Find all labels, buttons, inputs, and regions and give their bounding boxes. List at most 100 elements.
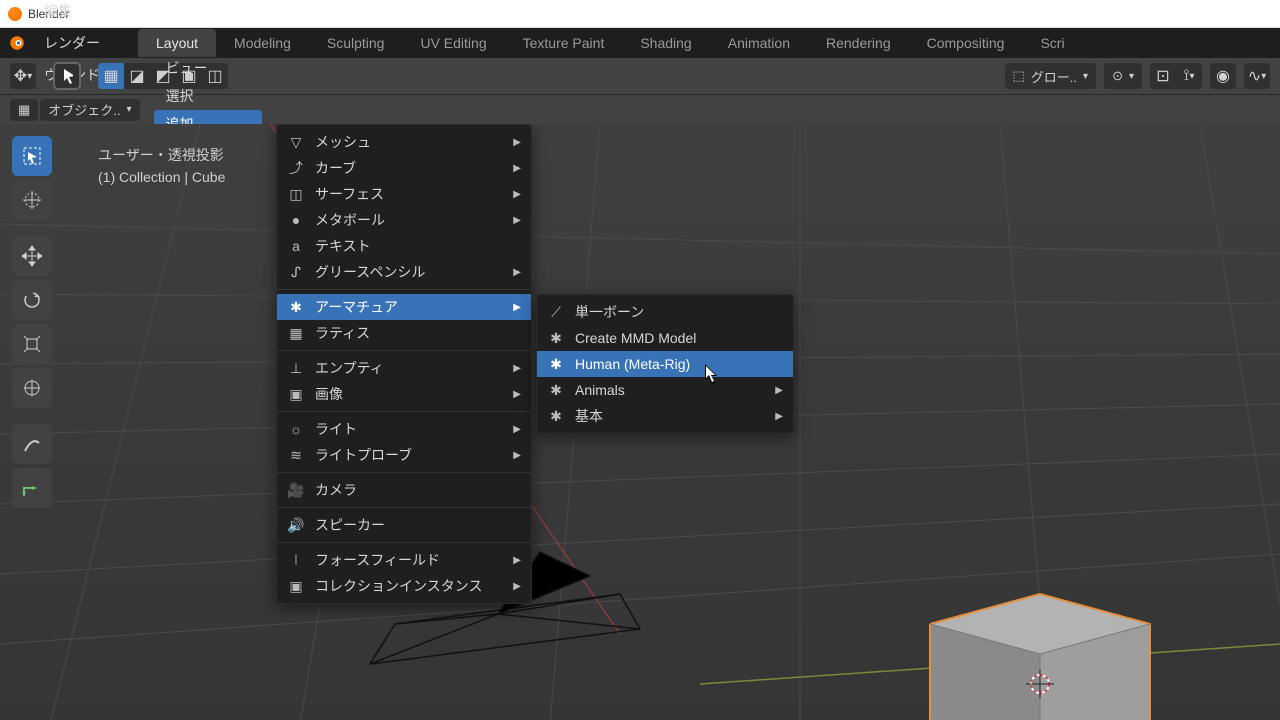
- workspace-tab-sculpting[interactable]: Sculpting: [309, 29, 403, 57]
- menu-separator: [277, 350, 531, 351]
- add-menu-item-0[interactable]: ▽メッシュ▶: [277, 129, 531, 155]
- menu-separator: [277, 542, 531, 543]
- menu-item-label: コレクションインスタンス: [315, 576, 482, 596]
- rotate-tool[interactable]: [12, 280, 52, 320]
- proportional-edit-toggle[interactable]: ◉: [1210, 63, 1236, 89]
- add-menu-item-13[interactable]: ☼ ライト ▶: [277, 416, 531, 442]
- menu-item-label: グリースペンシル: [315, 262, 425, 282]
- workspace-tab-scri[interactable]: Scri: [1022, 29, 1082, 57]
- menu-separator: [277, 507, 531, 508]
- header-menu-ビュー[interactable]: ビュー: [154, 54, 262, 82]
- interaction-mode-button[interactable]: ✥▾: [10, 63, 36, 89]
- workspace-tab-rendering[interactable]: Rendering: [808, 29, 909, 57]
- viewport-header: ▦ オブジェク.. ▾ ビュー選択追加オブジェクト: [0, 94, 1280, 124]
- menu-item-label: Create MMD Model: [575, 330, 696, 346]
- menu-item-label: サーフェス: [315, 184, 384, 204]
- menu-item-label: カーブ: [315, 158, 356, 178]
- workspace-tab-shading[interactable]: Shading: [622, 29, 709, 57]
- snap-toggle[interactable]: ⊡: [1150, 63, 1176, 89]
- measure-tool[interactable]: [12, 468, 52, 508]
- cursor-tool-button[interactable]: [54, 63, 80, 89]
- scale-tool[interactable]: [12, 324, 52, 364]
- workspace-tabs: LayoutModelingSculptingUV EditingTexture…: [138, 29, 1083, 57]
- submenu-arrow-icon: ▶: [513, 267, 521, 278]
- armature-submenu-item-4[interactable]: ✱基本▶: [537, 403, 793, 429]
- add-menu-item-18[interactable]: 🔊 スピーカー: [277, 512, 531, 538]
- menu-レンダー[interactable]: レンダー: [30, 27, 128, 59]
- menu-item-icon: ✱: [547, 356, 565, 373]
- menu-item-icon: 🔊: [287, 517, 305, 534]
- armature-submenu-item-0[interactable]: ⟋単一ボーン: [537, 299, 793, 325]
- add-menu-item-4[interactable]: aテキスト: [277, 233, 531, 259]
- orientation-label: グロー..: [1031, 67, 1077, 86]
- select-extend-button[interactable]: ◪: [124, 63, 150, 89]
- workspace-tab-animation[interactable]: Animation: [710, 29, 808, 57]
- annotate-tool[interactable]: [12, 424, 52, 464]
- armature-submenu-item-3[interactable]: ✱Animals▶: [537, 377, 793, 403]
- menu-item-icon: ▣: [287, 578, 305, 595]
- armature-submenu-item-1[interactable]: ✱ Create MMD Model: [537, 325, 793, 351]
- submenu-arrow-icon: ▶: [513, 215, 521, 226]
- menu-item-label: ライト: [315, 419, 357, 439]
- add-menu-item-1[interactable]: ⤴カーブ▶: [277, 155, 531, 181]
- transform-orientation-dropdown[interactable]: ⬚ グロー.. ▾: [1005, 63, 1097, 89]
- submenu-arrow-icon: ▶: [513, 424, 521, 435]
- add-menu-item-7[interactable]: ✱アーマチュア▶: [277, 294, 531, 320]
- projection-label: ユーザー・透視投影: [98, 144, 225, 166]
- select-box-tool[interactable]: [12, 136, 52, 176]
- add-menu-item-16[interactable]: 🎥カメラ: [277, 477, 531, 503]
- menu-item-label: Animals: [575, 382, 625, 398]
- blender-icon[interactable]: [4, 30, 30, 56]
- menu-item-icon: a: [287, 238, 305, 254]
- add-menu-item-5[interactable]: ᔑグリースペンシル▶: [277, 259, 531, 285]
- add-menu[interactable]: ▽メッシュ▶⤴カーブ▶◫サーフェス▶●メタボール▶aテキストᔑグリースペンシル▶…: [276, 124, 532, 604]
- workspace-tab-uv editing[interactable]: UV Editing: [402, 29, 504, 57]
- menu-separator: [277, 289, 531, 290]
- menu-item-label: アーマチュア: [315, 297, 398, 317]
- pivot-point-dropdown[interactable]: ⊙▾: [1104, 63, 1142, 89]
- menu-item-icon: ⦚: [287, 552, 305, 569]
- menu-item-icon: ☼: [287, 421, 305, 437]
- cursor-tool[interactable]: [12, 180, 52, 220]
- editor-type-dropdown[interactable]: ▦: [10, 99, 38, 121]
- mode-label: オブジェク..: [48, 100, 120, 119]
- menu-item-icon: ✱: [547, 382, 565, 399]
- menu-item-icon: ▣: [287, 386, 305, 403]
- menu-編集[interactable]: 編集: [30, 0, 128, 27]
- menu-item-icon: 🎥: [287, 482, 305, 499]
- menu-item-icon: ≋: [287, 447, 305, 464]
- submenu-arrow-icon: ▶: [513, 450, 521, 461]
- menu-item-label: スピーカー: [315, 515, 385, 535]
- add-menu-item-8[interactable]: ▦ラティス: [277, 320, 531, 346]
- add-menu-item-21[interactable]: ▣コレクションインスタンス▶: [277, 573, 531, 599]
- snap-options-dropdown[interactable]: ⟟▾: [1176, 63, 1202, 89]
- move-tool[interactable]: [12, 236, 52, 276]
- add-menu-item-11[interactable]: ▣画像▶: [277, 381, 531, 407]
- armature-submenu[interactable]: ⟋単一ボーン ✱ Create MMD Model ✱Human (Meta-Rig)…: [536, 294, 794, 434]
- left-toolbar: [12, 136, 52, 508]
- armature-submenu-item-2[interactable]: ✱Human (Meta-Rig): [537, 351, 793, 377]
- add-menu-item-3[interactable]: ●メタボール▶: [277, 207, 531, 233]
- menu-item-label: メタボール: [315, 210, 385, 230]
- header-menu-選択[interactable]: 選択: [154, 82, 262, 110]
- workspace-tab-texture paint[interactable]: Texture Paint: [505, 29, 623, 57]
- mode-dropdown[interactable]: オブジェク.. ▾: [40, 99, 139, 121]
- add-menu-item-14[interactable]: ≋ライトプローブ▶: [277, 442, 531, 468]
- transform-tool[interactable]: [12, 368, 52, 408]
- add-menu-item-20[interactable]: ⦚フォースフィールド▶: [277, 547, 531, 573]
- workspace-tab-compositing[interactable]: Compositing: [909, 29, 1023, 57]
- submenu-arrow-icon: ▶: [513, 137, 521, 148]
- menu-item-label: 画像: [315, 384, 343, 404]
- 3d-viewport[interactable]: ユーザー・透視投影 (1) Collection | Cube: [0, 124, 1280, 720]
- menu-item-icon: ✱: [547, 330, 565, 347]
- menu-item-label: エンプティ: [315, 358, 384, 378]
- menu-item-label: 単一ボーン: [575, 302, 644, 322]
- add-menu-item-2[interactable]: ◫サーフェス▶: [277, 181, 531, 207]
- orientation-icon: ⬚: [1013, 68, 1025, 84]
- select-box-button[interactable]: ▦: [98, 63, 124, 89]
- add-menu-item-10[interactable]: ⊥エンプティ▶: [277, 355, 531, 381]
- menu-item-icon: ✱: [547, 408, 565, 425]
- active-object-label: (1) Collection | Cube: [98, 166, 225, 188]
- proportional-falloff-dropdown[interactable]: ∿▾: [1244, 63, 1270, 89]
- viewport-overlay-text: ユーザー・透視投影 (1) Collection | Cube: [98, 144, 225, 189]
